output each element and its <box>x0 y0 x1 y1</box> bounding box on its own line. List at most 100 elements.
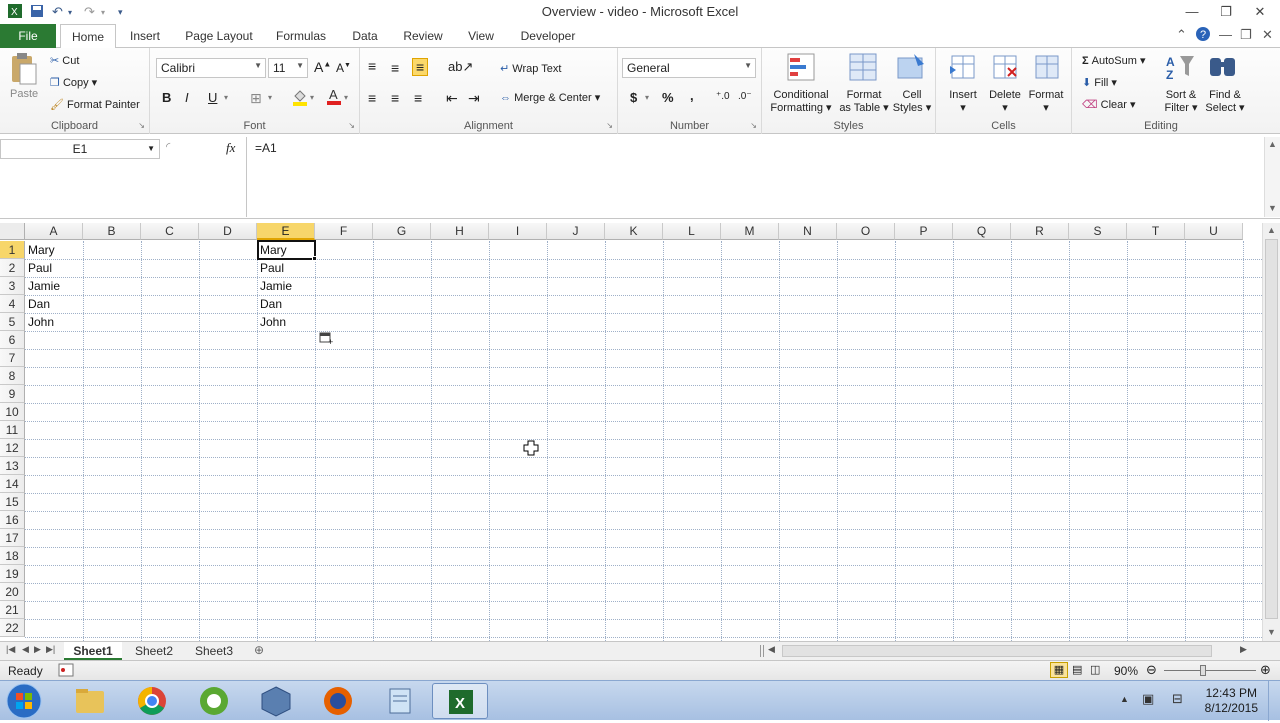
formula-bar-resize-icon[interactable]: ◜ <box>166 140 170 153</box>
zoom-in-icon[interactable]: ⊕ <box>1260 662 1271 678</box>
scroll-down-icon[interactable]: ▼ <box>1267 627 1276 637</box>
clear-button[interactable]: ⌫ Clear ▾ <box>1082 98 1136 111</box>
row-header-19[interactable]: 19 <box>0 565 25 583</box>
currency-button[interactable]: $ <box>630 90 637 105</box>
align-right-icon[interactable]: ≡ <box>414 90 422 106</box>
font-launcher-icon[interactable]: ↘ <box>348 121 355 130</box>
formula-input[interactable]: =A1 <box>246 137 1264 217</box>
camtasia-taskbar-icon[interactable] <box>186 683 242 719</box>
align-center-icon[interactable]: ≡ <box>391 90 399 106</box>
conditional-formatting-button[interactable]: Conditional Formatting ▾ <box>770 89 832 115</box>
worksheet-grid[interactable]: ABCDEFGHIJKLMNOPQRSTU 1 2 3 4 5 6 7 8 9 10 11 12 13 1… <box>0 223 1262 641</box>
align-top-icon[interactable]: ≡ <box>368 58 376 74</box>
conditional-formatting-icon[interactable] <box>786 52 816 82</box>
cell-a2[interactable]: Paul <box>25 259 83 277</box>
percent-button[interactable]: % <box>662 90 674 105</box>
wrap-text-button[interactable]: ↵ Wrap Text <box>500 62 561 75</box>
show-hidden-icons-icon[interactable]: ▲ <box>1120 694 1129 704</box>
workbook-restore-icon[interactable]: ❐ <box>1240 27 1252 43</box>
page-break-view-icon[interactable]: ◫ <box>1090 663 1100 676</box>
tab-formulas[interactable]: Formulas <box>270 24 332 48</box>
tab-file[interactable]: File <box>0 24 56 48</box>
last-sheet-icon[interactable]: ▶| <box>46 644 55 655</box>
row-header-18[interactable]: 18 <box>0 547 25 565</box>
currency-dropdown-icon[interactable]: ▾ <box>645 93 649 102</box>
row-header-13[interactable]: 13 <box>0 457 25 475</box>
explorer-taskbar-icon[interactable] <box>62 683 118 719</box>
column-header-h[interactable]: H <box>431 223 489 240</box>
copy-button[interactable]: ❐ Copy ▾ <box>50 76 97 89</box>
column-header-m[interactable]: M <box>721 223 779 240</box>
cut-button[interactable]: ✂ Cut <box>50 54 79 67</box>
column-header-i[interactable]: I <box>489 223 547 240</box>
row-header-4[interactable]: 4 <box>0 295 25 313</box>
cell-e2[interactable]: Paul <box>257 259 315 277</box>
column-header-d[interactable]: D <box>199 223 257 240</box>
paste-button[interactable]: Paste <box>10 88 38 100</box>
sheet-tab-sheet3[interactable]: Sheet3 <box>186 642 242 660</box>
decrease-decimal-icon[interactable]: .0⁻ <box>738 91 752 102</box>
align-middle-icon[interactable]: ≡ <box>391 60 399 76</box>
fill-button[interactable]: ⬇ Fill ▾ <box>1082 76 1117 89</box>
number-launcher-icon[interactable]: ↘ <box>750 121 757 130</box>
paste-icon[interactable] <box>8 52 38 85</box>
row-header-9[interactable]: 9 <box>0 385 25 403</box>
fill-handle[interactable] <box>312 256 317 261</box>
excel-taskbar-icon[interactable]: X <box>432 683 488 719</box>
cell-styles-icon[interactable] <box>896 52 926 82</box>
delete-cells-button[interactable]: Delete ▾ <box>986 89 1024 115</box>
zoom-slider[interactable] <box>1164 670 1256 671</box>
network-icon[interactable]: ⊟ <box>1172 691 1183 707</box>
row-header-14[interactable]: 14 <box>0 475 25 493</box>
sheet-tab-sheet1[interactable]: Sheet1 <box>64 642 122 660</box>
row-header-8[interactable]: 8 <box>0 367 25 385</box>
column-header-o[interactable]: O <box>837 223 895 240</box>
zoom-slider-thumb[interactable] <box>1200 665 1206 676</box>
sheet-tab-sheet2[interactable]: Sheet2 <box>126 642 182 660</box>
format-painter-button[interactable]: 🖌 Format Painter <box>50 98 140 111</box>
column-header-j[interactable]: J <box>547 223 605 240</box>
format-cells-button[interactable]: Format ▾ <box>1026 89 1066 115</box>
first-sheet-icon[interactable]: |◀ <box>6 644 15 655</box>
comma-button[interactable]: , <box>690 88 694 103</box>
font-size-select[interactable]: 11 ▼ <box>268 58 308 78</box>
column-header-k[interactable]: K <box>605 223 663 240</box>
horizontal-scroll-thumb[interactable] <box>782 645 1212 657</box>
row-header-10[interactable]: 10 <box>0 403 25 421</box>
tab-review[interactable]: Review <box>398 24 448 48</box>
help-icon[interactable]: ? <box>1195 26 1211 45</box>
name-box-dropdown-icon[interactable]: ▼ <box>147 140 155 158</box>
system-clock[interactable]: 12:43 PM 8/12/2015 <box>1205 686 1258 716</box>
format-cells-icon[interactable] <box>1032 52 1062 82</box>
formula-scroll-down-icon[interactable]: ▼ <box>1268 203 1277 213</box>
tab-home[interactable]: Home <box>60 24 116 49</box>
cell-a1[interactable]: Mary <box>25 241 83 259</box>
insert-cells-button[interactable]: Insert ▾ <box>944 89 982 115</box>
underline-button[interactable]: U <box>208 90 217 105</box>
notepad-taskbar-icon[interactable] <box>372 683 428 719</box>
clipboard-launcher-icon[interactable]: ↘ <box>138 121 145 130</box>
cell-e5[interactable]: John <box>257 313 315 331</box>
formula-scrollbar[interactable]: ▲ ▼ <box>1264 137 1280 217</box>
row-header-11[interactable]: 11 <box>0 421 25 439</box>
minimize-ribbon-icon[interactable]: ⌃ <box>1176 27 1187 43</box>
align-bottom-icon[interactable]: ≡ <box>412 58 429 76</box>
tab-developer[interactable]: Developer <box>514 24 582 48</box>
scroll-up-icon[interactable]: ▲ <box>1267 225 1276 235</box>
decrease-indent-icon[interactable]: ⇤ <box>446 90 458 107</box>
font-name-select[interactable]: Calibri ▼ <box>156 58 266 78</box>
next-sheet-icon[interactable]: ▶ <box>34 644 41 655</box>
fill-color-dropdown-icon[interactable]: ▾ <box>310 93 314 102</box>
number-format-select[interactable]: General ▼ <box>622 58 756 78</box>
page-layout-view-icon[interactable]: ▤ <box>1072 663 1082 676</box>
virtualbox-taskbar-icon[interactable] <box>248 683 304 719</box>
increase-indent-icon[interactable]: ⇥ <box>468 90 480 107</box>
vertical-scroll-thumb[interactable] <box>1265 239 1278 619</box>
sort-filter-icon[interactable]: AZ <box>1166 52 1196 82</box>
column-header-a[interactable]: A <box>25 223 83 240</box>
font-color-dropdown-icon[interactable]: ▾ <box>344 93 348 102</box>
column-header-p[interactable]: P <box>895 223 953 240</box>
column-header-b[interactable]: B <box>83 223 141 240</box>
scroll-right-icon[interactable]: ▶ <box>1240 644 1247 655</box>
row-header-16[interactable]: 16 <box>0 511 25 529</box>
